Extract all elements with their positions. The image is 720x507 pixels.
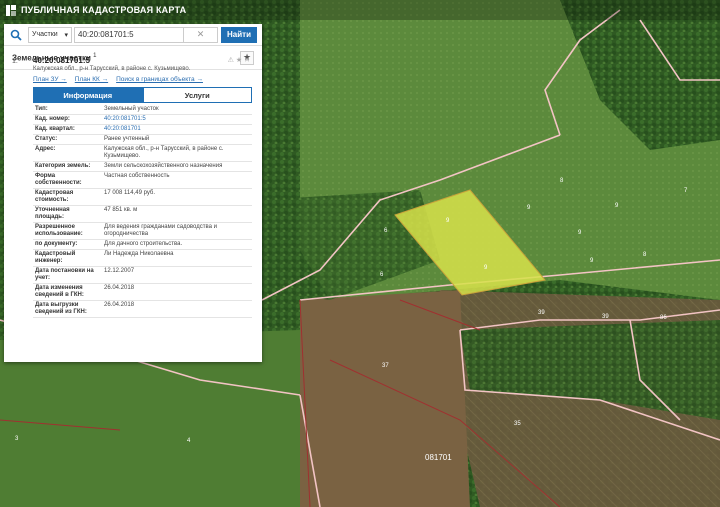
property-key: Уточненная площадь:	[33, 205, 102, 223]
object-type-select[interactable]: Участки ▾	[28, 26, 72, 43]
tab-info[interactable]: Информация	[33, 87, 143, 103]
result-tabs: Информация Услуги	[33, 87, 252, 103]
map-label: 8	[560, 178, 564, 184]
map-label: 9	[578, 230, 582, 236]
property-key: Кадастровый инженер:	[33, 249, 102, 267]
search-input[interactable]	[74, 26, 184, 43]
result-cad-number[interactable]: 40:20:081701:5	[33, 56, 252, 65]
map-label: 9	[527, 205, 531, 211]
property-row: Дата постановки на учет: 12.12.2007	[33, 266, 252, 284]
property-row: Адрес: Калужская обл., р-н Тарусский, в р…	[33, 144, 252, 162]
map-label: 39	[538, 310, 545, 316]
property-key: Дата изменения сведений в ГКН:	[33, 283, 102, 301]
object-type-value: Участки	[32, 31, 58, 38]
result-index: 1.	[12, 58, 18, 65]
map-label: 4	[187, 438, 191, 444]
property-value: Частная собственность	[102, 171, 252, 189]
search-icon[interactable]	[4, 24, 28, 46]
property-key: Кадастровая стоимость:	[33, 188, 102, 206]
properties-table: Тип: Земельный участок Кад. номер: 40:20:08…	[33, 105, 252, 318]
property-row: Категория земель: Земли сельскохозяйствен…	[33, 161, 252, 172]
property-value: Ли Надежда Николаевна	[102, 249, 252, 267]
tab-services[interactable]: Услуги	[142, 87, 252, 103]
map-label: 9	[446, 218, 450, 224]
plan-kk-link[interactable]: План КК →	[75, 76, 108, 83]
property-row: Форма собственности: Частная собственност…	[33, 171, 252, 189]
logo-icon	[6, 4, 16, 16]
property-key: Дата постановки на учет:	[33, 266, 102, 284]
property-value[interactable]: 40:20:081701:5	[102, 114, 252, 125]
property-key: Категория земель:	[33, 161, 102, 172]
property-row: Кад. квартал: 40:20:081701	[33, 124, 252, 135]
search-row: Участки ▾ ✕ Найти	[4, 24, 262, 46]
map-label: 37	[382, 363, 389, 369]
property-row: по документу: Для дачного строительства.	[33, 239, 252, 250]
map-label: 35	[514, 421, 521, 427]
clear-icon[interactable]: ✕	[184, 26, 218, 43]
property-row: Дата выгрузки сведений из ГКН: 26.04.2018	[33, 300, 252, 318]
property-value: Калужская обл., р-н Тарусский, в районе …	[102, 144, 252, 162]
property-value: 17 008 114,49 руб.	[102, 188, 252, 206]
card-actions: ⚠ ★ ✕	[228, 56, 250, 64]
property-row: Тип: Земельный участок	[33, 105, 252, 115]
property-row: Разрешенное использование: Для ведения гр…	[33, 222, 252, 240]
property-key: Статус:	[33, 134, 102, 145]
property-key: Кад. номер:	[33, 114, 102, 125]
map-label: 3	[15, 436, 19, 442]
property-row: Кадастровый инженер: Ли Надежда Николаевн…	[33, 249, 252, 267]
property-row: Статус: Ранее учтенный	[33, 134, 252, 145]
map-label: 9	[615, 203, 619, 209]
result-card: 1. 40:20:081701:5 Калужская обл., р-н Та…	[12, 52, 252, 318]
property-key: Тип:	[33, 105, 102, 115]
property-key: Разрешенное использование:	[33, 222, 102, 240]
property-value: 26.04.2018	[102, 300, 252, 318]
property-row: Кадастровая стоимость: 17 008 114,49 руб.	[33, 188, 252, 206]
map-label: 7	[684, 188, 688, 194]
property-value: Земли сельскохозяйственного назначения	[102, 161, 252, 172]
property-value: Для ведения гражданами садоводства и ого…	[102, 222, 252, 240]
result-links: План ЗУ → План КК → Поиск в границах объ…	[33, 76, 252, 83]
property-value: 26.04.2018	[102, 283, 252, 301]
map-label: 8	[643, 252, 647, 258]
result-address: Калужская обл., р-н Тарусский, в районе …	[33, 66, 191, 72]
chevron-down-icon: ▾	[64, 31, 68, 39]
map-label: 9	[590, 258, 594, 264]
property-key: Адрес:	[33, 144, 102, 162]
property-value: Земельный участок	[102, 105, 252, 115]
map-label: 9	[484, 265, 488, 271]
map-label: 86	[660, 315, 667, 321]
property-key: Форма собственности:	[33, 171, 102, 189]
close-icon[interactable]: ✕	[244, 56, 250, 64]
property-value[interactable]: 40:20:081701	[102, 124, 252, 135]
property-row: Кад. номер: 40:20:081701:5	[33, 114, 252, 125]
property-key: по документу:	[33, 239, 102, 250]
map-label: 6	[384, 228, 388, 234]
property-value: 47 851 кв. м	[102, 205, 252, 223]
star-icon[interactable]: ★	[236, 56, 242, 64]
property-key: Кад. квартал:	[33, 124, 102, 135]
map-label: 39	[602, 314, 609, 320]
property-value: 12.12.2007	[102, 266, 252, 284]
property-row: Уточненная площадь: 47 851 кв. м	[33, 205, 252, 223]
property-value: Ранее учтенный	[102, 134, 252, 145]
search-within-link[interactable]: Поиск в границах объекта →	[116, 76, 203, 83]
property-key: Дата выгрузки сведений из ГКН:	[33, 300, 102, 318]
app-title: ПУБЛИЧНАЯ КАДАСТРОВАЯ КАРТА	[21, 5, 187, 15]
map-label: 081701	[425, 453, 452, 462]
property-value: Для дачного строительства.	[102, 239, 252, 250]
plan-zu-link[interactable]: План ЗУ →	[33, 76, 67, 83]
warning-icon[interactable]: ⚠	[228, 56, 234, 64]
top-bar: ПУБЛИЧНАЯ КАДАСТРОВАЯ КАРТА	[0, 0, 720, 20]
property-row: Дата изменения сведений в ГКН: 26.04.2018	[33, 283, 252, 301]
find-button[interactable]: Найти	[221, 26, 257, 43]
map-label: 6	[380, 272, 384, 278]
